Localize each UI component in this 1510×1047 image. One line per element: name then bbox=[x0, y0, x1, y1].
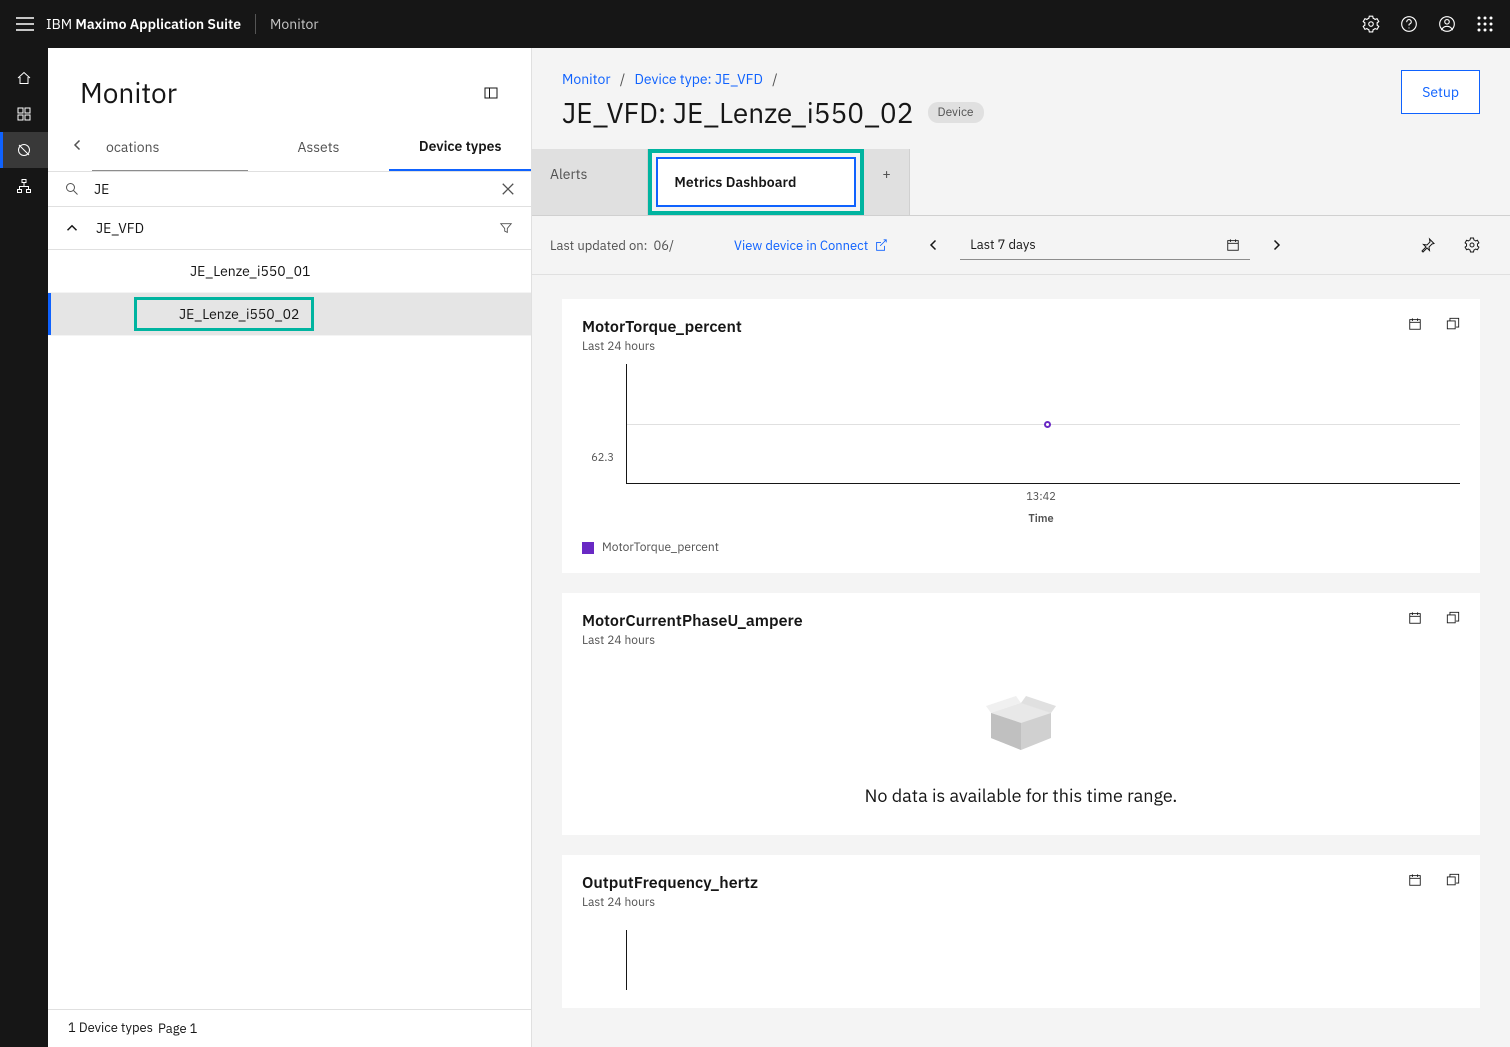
chart-legend: MotorTorque_percent bbox=[582, 540, 1460, 555]
device-item-02[interactable]: JE_Lenze_i550_02 placeholder bbox=[48, 293, 531, 336]
setup-button[interactable]: Setup bbox=[1401, 70, 1480, 114]
monitor-sidebar: Monitor ocations Assets Device types bbox=[48, 48, 532, 1047]
footer-count: 1 Device types bbox=[68, 1021, 158, 1035]
search-input[interactable] bbox=[94, 180, 501, 198]
card-expand-icon[interactable] bbox=[1446, 873, 1460, 887]
header-divider bbox=[255, 14, 256, 34]
panel-collapse-icon[interactable] bbox=[483, 85, 499, 101]
card-title: MotorTorque_percent bbox=[582, 317, 742, 337]
date-range-label: Last 7 days bbox=[970, 236, 1035, 253]
help-icon[interactable] bbox=[1400, 15, 1418, 33]
dashboard-toolbar: Last updated on: 06/ View device in Conn… bbox=[532, 216, 1510, 275]
crumb-device-type[interactable]: Device type: JE_VFD bbox=[635, 70, 763, 88]
sidebar-footer: 1 Device types Page 1 bbox=[48, 1009, 531, 1047]
metric-card-outputfrequency: OutputFrequency_hertz Last 24 hours bbox=[562, 855, 1480, 1008]
device-item-label: JE_Lenze_i550_01 bbox=[148, 262, 310, 280]
x-axis: 13:42 Time bbox=[622, 490, 1460, 526]
y-tick-label: 62.3 bbox=[582, 451, 622, 465]
empty-box-icon bbox=[981, 688, 1061, 758]
tab-metrics-dashboard[interactable]: Metrics Dashboard bbox=[656, 157, 856, 207]
card-expand-icon[interactable] bbox=[1446, 317, 1460, 331]
hamburger-icon[interactable] bbox=[16, 17, 34, 31]
x-axis-label: Time bbox=[622, 512, 1460, 526]
card-calendar-icon[interactable] bbox=[1408, 611, 1422, 625]
card-title: OutputFrequency_hertz bbox=[582, 873, 758, 893]
footer-page: Page 1 bbox=[158, 1020, 197, 1037]
chevron-up-icon[interactable] bbox=[66, 222, 78, 234]
highlight-tab-wrapper: Metrics Dashboard bbox=[648, 149, 864, 215]
crumb-monitor[interactable]: Monitor bbox=[562, 70, 611, 88]
tab-add[interactable]: + bbox=[864, 149, 909, 215]
date-range-picker[interactable]: Last 7 days bbox=[960, 230, 1250, 260]
rail-dashboard-icon[interactable] bbox=[0, 96, 48, 132]
type-badge: Device bbox=[928, 102, 984, 123]
tab-locations[interactable]: ocations bbox=[92, 124, 248, 171]
metric-card-motorcurrent: MotorCurrentPhaseU_ampere Last 24 hours bbox=[562, 593, 1480, 835]
left-nav-rail bbox=[0, 48, 48, 1047]
card-calendar-icon[interactable] bbox=[1408, 873, 1422, 887]
app-switcher-icon[interactable] bbox=[1476, 15, 1494, 33]
brand-label: IBM Maximo Application Suite bbox=[46, 15, 241, 33]
range-prev-icon[interactable] bbox=[928, 239, 940, 251]
highlight-box: JE_Lenze_i550_02 bbox=[134, 297, 314, 331]
empty-state-text: No data is available for this time range… bbox=[865, 784, 1178, 807]
legend-label: MotorTorque_percent bbox=[602, 540, 719, 555]
x-tick-label: 13:42 bbox=[622, 490, 1460, 504]
rail-monitor-icon[interactable] bbox=[0, 132, 48, 168]
dashboard-settings-icon[interactable] bbox=[1464, 237, 1480, 253]
card-calendar-icon[interactable] bbox=[1408, 317, 1422, 331]
tab-device-types[interactable]: Device types bbox=[389, 123, 531, 171]
search-icon bbox=[64, 181, 80, 197]
tab-assets[interactable]: Assets bbox=[248, 124, 390, 170]
sidebar-title: Monitor bbox=[80, 74, 177, 111]
device-type-group[interactable]: JE_VFD bbox=[48, 207, 531, 250]
card-subtitle: Last 24 hours bbox=[582, 339, 742, 354]
card-expand-icon[interactable] bbox=[1446, 611, 1460, 625]
tabs-scroll-left-icon[interactable] bbox=[66, 133, 90, 157]
chart-plot bbox=[626, 930, 1460, 990]
clear-search-icon[interactable] bbox=[501, 182, 515, 196]
pin-icon[interactable] bbox=[1420, 237, 1436, 253]
dashboard-tabs: Alerts Metrics Dashboard + bbox=[532, 149, 1510, 216]
settings-gear-icon[interactable] bbox=[1362, 15, 1380, 33]
card-subtitle: Last 24 hours bbox=[582, 633, 803, 648]
device-item-01[interactable]: JE_Lenze_i550_01 bbox=[48, 250, 531, 293]
chart-plot bbox=[626, 364, 1460, 484]
view-device-link[interactable]: View device in Connect bbox=[734, 237, 888, 254]
device-item-label: JE_Lenze_i550_02 bbox=[149, 305, 299, 323]
legend-swatch bbox=[582, 542, 594, 554]
tab-alerts[interactable]: Alerts bbox=[532, 149, 648, 215]
last-updated-label: Last updated on: bbox=[550, 237, 647, 254]
breadcrumbs: Monitor / Device type: JE_VFD / bbox=[562, 70, 1401, 88]
app-name: Monitor bbox=[270, 15, 319, 33]
card-title: MotorCurrentPhaseU_ampere bbox=[582, 611, 803, 631]
last-updated-value: 06/ bbox=[653, 237, 674, 254]
user-avatar-icon[interactable] bbox=[1438, 15, 1456, 33]
filter-icon[interactable] bbox=[499, 221, 513, 235]
rail-hierarchy-icon[interactable] bbox=[0, 168, 48, 204]
data-point bbox=[1044, 421, 1051, 428]
sidebar-search bbox=[48, 172, 531, 207]
content-area: Monitor / Device type: JE_VFD / JE_VFD: … bbox=[532, 48, 1510, 1047]
rail-home-icon[interactable] bbox=[0, 60, 48, 96]
page-title: JE_VFD: JE_Lenze_i550_02 bbox=[562, 94, 914, 131]
global-header: IBM Maximo Application Suite Monitor bbox=[0, 0, 1510, 48]
range-next-icon[interactable] bbox=[1270, 239, 1282, 251]
card-subtitle: Last 24 hours bbox=[582, 895, 758, 910]
metric-card-motortorque: MotorTorque_percent Last 24 hours 62.3 bbox=[562, 299, 1480, 573]
group-label: JE_VFD bbox=[96, 219, 499, 237]
sidebar-tabs: ocations Assets Device types bbox=[48, 123, 531, 172]
calendar-icon bbox=[1226, 238, 1240, 252]
